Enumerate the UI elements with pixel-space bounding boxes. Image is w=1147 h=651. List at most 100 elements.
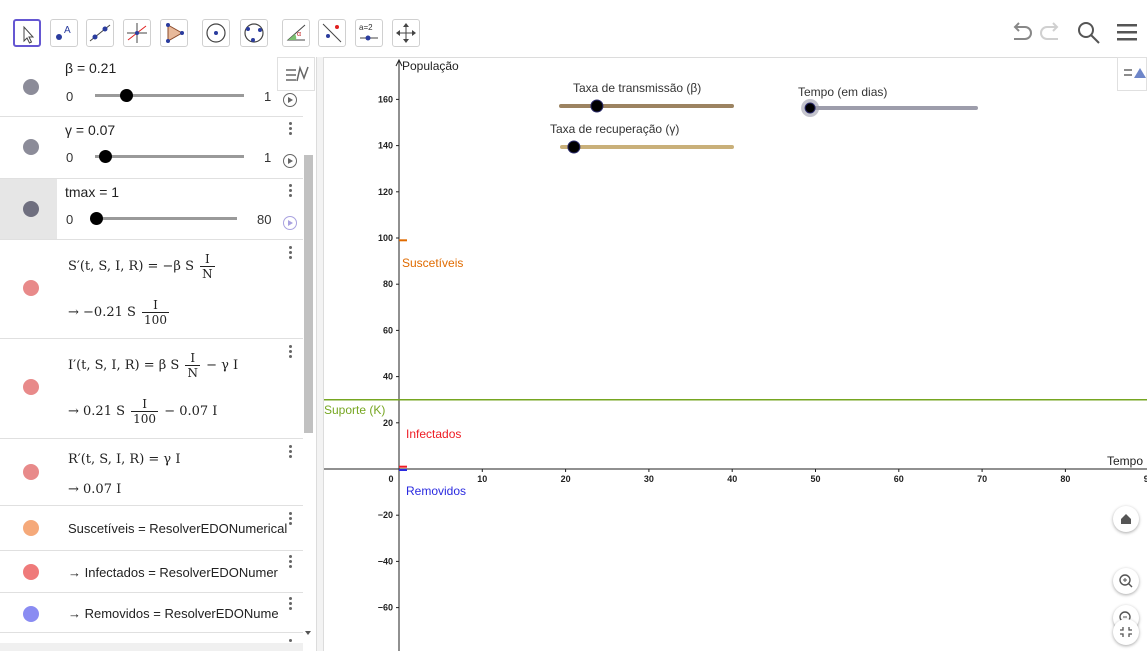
- kebab-menu-icon[interactable]: [289, 512, 293, 527]
- removidos-command: → Removidos = ResolverEDONume: [68, 606, 279, 621]
- algebra-row-S-derivative[interactable]: S′(t, S, I, R) = −β S IN → −0.21 S I 100: [0, 240, 303, 339]
- algebra-row-suscetiveis[interactable]: Suscetíveis = ResolverEDONumerical: [0, 506, 303, 551]
- slider-tool-icon[interactable]: a=2: [355, 19, 383, 47]
- gamma-graph-slider-knob: [567, 140, 581, 154]
- graphics-view[interactable]: 010203040506070809016014012010080604020−…: [324, 57, 1147, 651]
- beta-min: 0: [66, 89, 74, 104]
- algebra-row-R-derivative[interactable]: R′(t, S, I, R) = γ I → 0.07 I: [0, 439, 303, 506]
- circle-center-tool-icon[interactable]: [202, 19, 230, 47]
- play-icon[interactable]: [283, 154, 297, 168]
- home-icon[interactable]: [1113, 506, 1139, 532]
- I-result-text: → 0.21 S: [68, 404, 126, 419]
- move-graphics-view-tool-icon[interactable]: [392, 19, 420, 47]
- algebra-row-beta[interactable]: β = 0.21 0 1: [0, 57, 303, 117]
- gamma-slider-knob[interactable]: [98, 150, 112, 163]
- I-def-tail: − γ I: [206, 358, 239, 373]
- x-tick-label: 60: [894, 474, 904, 484]
- x-tick-label: 10: [477, 474, 487, 484]
- horizontal-scrollbar[interactable]: [0, 643, 303, 651]
- visibility-toggle-R[interactable]: [23, 464, 39, 480]
- scroll-down-icon[interactable]: [303, 629, 313, 637]
- point-tool-icon[interactable]: A: [50, 19, 78, 47]
- visibility-toggle-gamma[interactable]: [23, 139, 39, 155]
- I-res-tail: − 0.07 I: [164, 404, 218, 419]
- line-tool-icon[interactable]: [86, 19, 114, 47]
- gamma-min: 0: [66, 150, 74, 165]
- R-result: → 0.07 I: [68, 482, 122, 497]
- zoom-in-icon[interactable]: [1113, 568, 1139, 594]
- graphics-style-bar-icon: [1124, 68, 1146, 78]
- algebra-row-tmax[interactable]: tmax = 1 0 80: [0, 179, 303, 240]
- visibility-toggle-removidos[interactable]: [23, 606, 39, 622]
- y-tick-label: −60: [378, 603, 393, 613]
- infectados-label: Infectados: [406, 427, 462, 441]
- circle-three-points-tool-icon[interactable]: [240, 19, 268, 47]
- gamma-max: 1: [264, 150, 272, 165]
- tmax-max: 80: [257, 212, 272, 227]
- redo-icon[interactable]: [1038, 20, 1064, 44]
- S-result: → −0.21 S I 100: [68, 298, 171, 327]
- S-definition: S′(t, S, I, R) = −β S IN: [68, 252, 217, 281]
- graphics-style-button[interactable]: [277, 57, 315, 91]
- tmax-slider-track[interactable]: [95, 217, 237, 220]
- tmax-label: tmax = 1: [65, 184, 120, 200]
- visibility-toggle-suscetiveis[interactable]: [23, 520, 39, 536]
- polygon-tool-icon[interactable]: [160, 19, 188, 47]
- beta-graph-slider-knob: [590, 99, 604, 113]
- kebab-menu-icon[interactable]: [289, 445, 293, 460]
- perpendicular-line-tool-icon[interactable]: [123, 19, 151, 47]
- algebra-row-removidos[interactable]: → Removidos = ResolverEDONume: [0, 593, 303, 633]
- I-result: → 0.21 S I 100 − 0.07 I: [68, 397, 217, 426]
- fullscreen-icon[interactable]: [1113, 619, 1139, 645]
- menu-icon[interactable]: [1115, 20, 1141, 44]
- reflect-tool-icon[interactable]: [318, 19, 346, 47]
- S-frac-den: N: [202, 267, 213, 281]
- I-definition: I′(t, S, I, R) = β S IN − γ I: [68, 351, 238, 380]
- kebab-menu-icon[interactable]: [289, 345, 293, 360]
- visibility-toggle-beta[interactable]: [23, 79, 39, 95]
- visibility-toggle-tmax[interactable]: [23, 201, 39, 217]
- gamma-slider-track[interactable]: [95, 155, 244, 158]
- kebab-menu-icon[interactable]: [289, 184, 293, 199]
- play-icon[interactable]: [283, 216, 297, 230]
- kebab-menu-icon[interactable]: [289, 597, 293, 612]
- y-tick-label: −20: [378, 510, 393, 520]
- search-icon[interactable]: [1076, 20, 1102, 46]
- kebab-menu-icon[interactable]: [289, 122, 293, 137]
- y-tick-label: 60: [383, 325, 393, 335]
- beta-max: 1: [264, 89, 272, 104]
- y-axis-label: População: [402, 59, 459, 73]
- beta-slider-knob[interactable]: [119, 89, 133, 102]
- infectados-command: → Infectados = ResolverEDONumer: [68, 565, 278, 580]
- y-tick-label: 20: [383, 418, 393, 428]
- graphics-canvas[interactable]: 010203040506070809016014012010080604020−…: [324, 57, 1147, 651]
- undo-icon[interactable]: [1008, 20, 1034, 44]
- play-icon[interactable]: [283, 93, 297, 107]
- slider-tempo-caption: Tempo (em dias): [798, 85, 888, 99]
- algebra-row-gamma[interactable]: γ = 0.07 0 1: [0, 117, 303, 179]
- y-tick-label: 80: [383, 279, 393, 289]
- beta-slider-track[interactable]: [95, 94, 244, 97]
- algebra-row-I-derivative[interactable]: I′(t, S, I, R) = β S IN − γ I → 0.21 S I…: [0, 339, 303, 439]
- y-tick-label: 40: [383, 372, 393, 382]
- y-tick-label: −40: [378, 556, 393, 566]
- visibility-toggle-S[interactable]: [23, 280, 39, 296]
- S-def-text: S′(t, S, I, R) = −β S: [68, 259, 194, 274]
- I-def-text: I′(t, S, I, R) = β S: [68, 358, 180, 373]
- panel-divider[interactable]: [316, 57, 324, 651]
- move-tool-icon[interactable]: [13, 19, 41, 47]
- beta-label: β = 0.21: [65, 60, 117, 76]
- y-tick-label: 160: [378, 94, 393, 104]
- S-result-text: → −0.21 S: [68, 305, 136, 320]
- kebab-menu-icon[interactable]: [289, 246, 293, 261]
- x-tick-label: 20: [561, 474, 571, 484]
- suscetiveis-label: Suscetíveis: [402, 256, 464, 270]
- graphics-style-bar-button[interactable]: [1117, 57, 1147, 91]
- vertical-scrollbar-thumb[interactable]: [304, 155, 313, 433]
- S-res-den: 100: [144, 313, 167, 327]
- kebab-menu-icon[interactable]: [289, 555, 293, 570]
- visibility-toggle-I[interactable]: [23, 379, 39, 395]
- angle-tool-icon[interactable]: α: [282, 19, 310, 47]
- algebra-row-infectados[interactable]: → Infectados = ResolverEDONumer: [0, 551, 303, 593]
- visibility-toggle-infectados[interactable]: [23, 564, 39, 580]
